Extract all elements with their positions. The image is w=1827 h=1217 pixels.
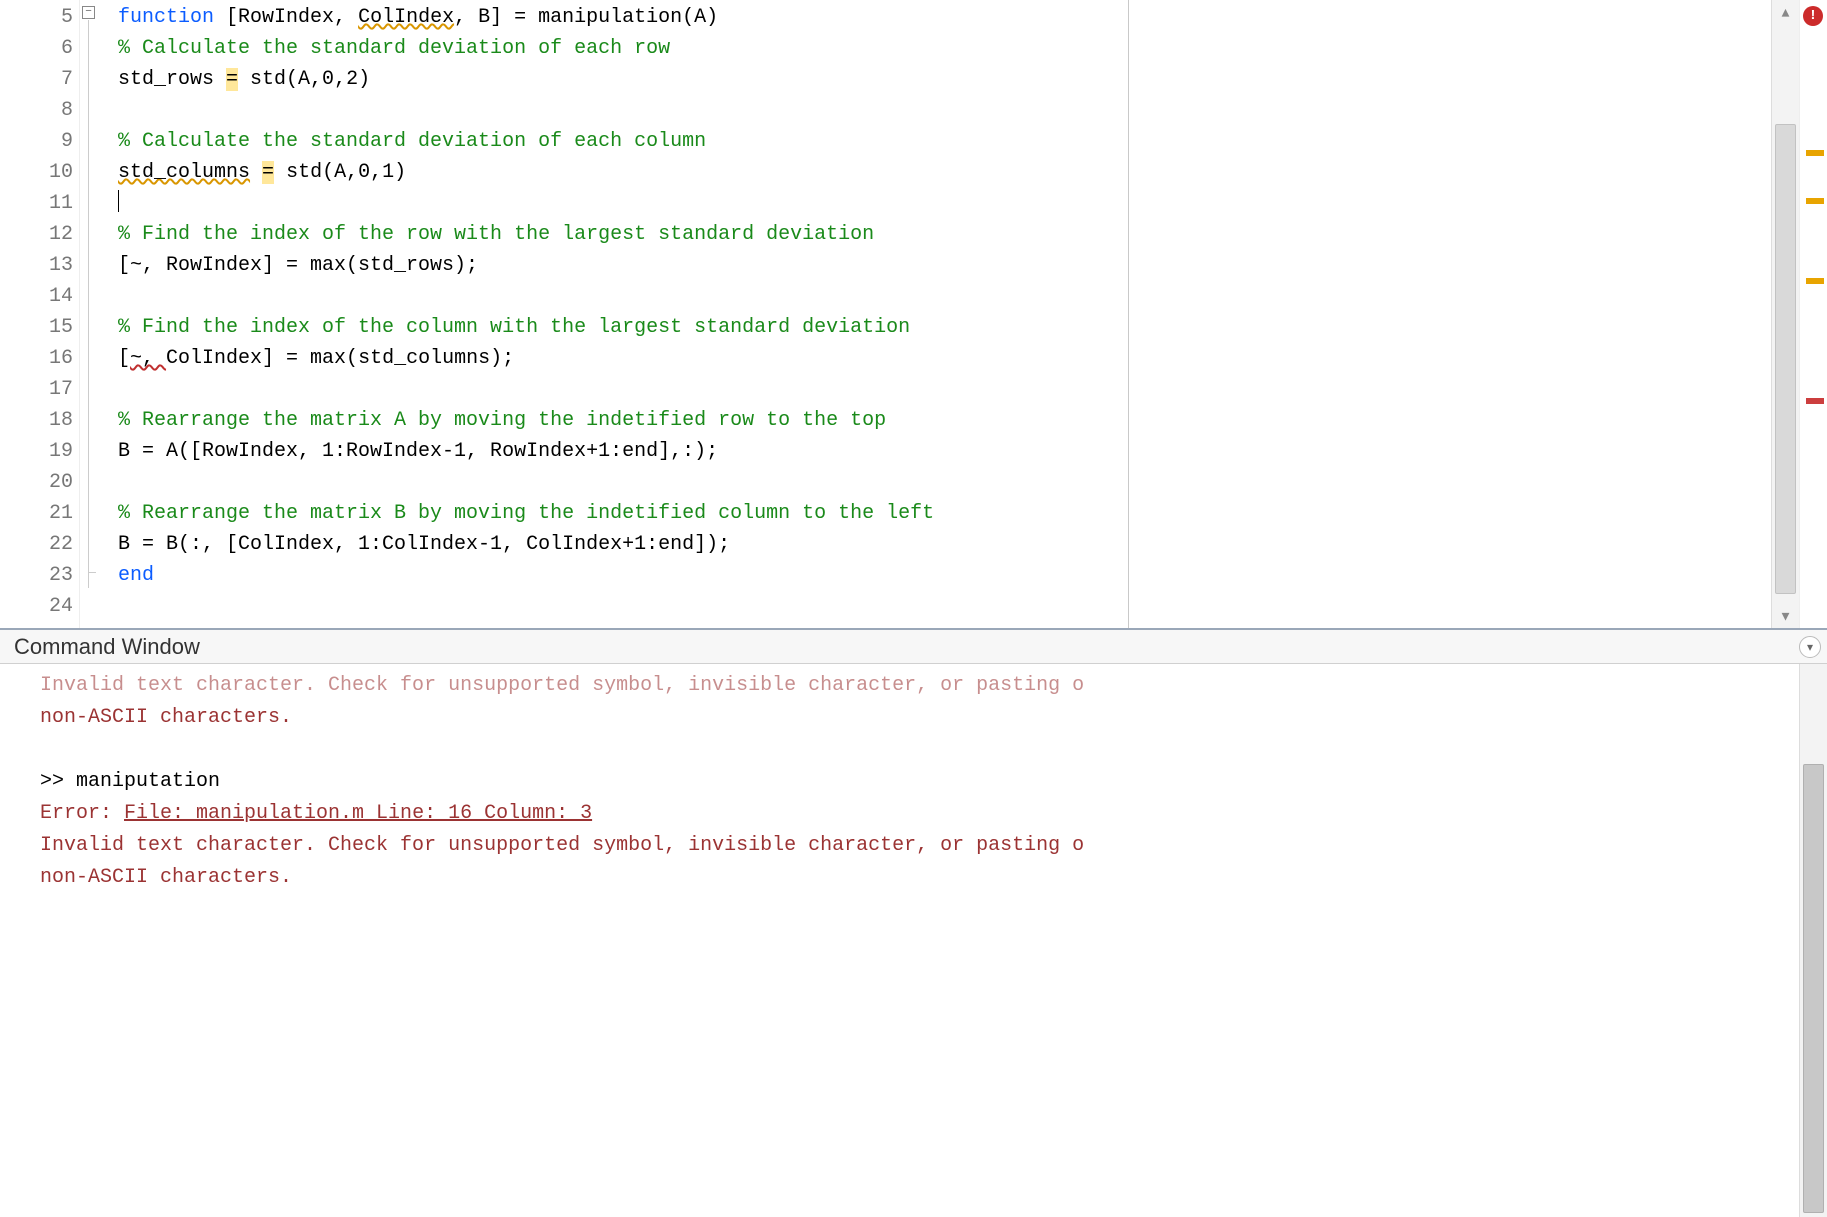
line-number: 5 (0, 2, 73, 33)
line-number: 15 (0, 312, 73, 343)
code-line[interactable]: std_columns = std(A,0,1) (118, 157, 1771, 188)
scroll-up-icon[interactable]: ▴ (1772, 0, 1799, 24)
line-number: 21 (0, 498, 73, 529)
line-number-gutter: 56789101112131415161718192021222324 (0, 0, 80, 628)
code-token: = (226, 68, 238, 91)
line-number: 24 (0, 591, 73, 622)
command-window-titlebar: Command Window ▾ (0, 630, 1827, 664)
error-marker[interactable] (1806, 398, 1824, 404)
editor-vertical-scrollbar[interactable]: ▴ ▾ (1771, 0, 1799, 628)
code-token: % Rearrange the matrix B by moving the i… (118, 502, 934, 525)
code-area[interactable]: function [RowIndex, ColIndex, B] = manip… (98, 0, 1771, 628)
code-token: ~, (130, 347, 166, 370)
code-token (250, 161, 262, 184)
code-line[interactable] (118, 188, 1771, 219)
code-token: [RowIndex, (226, 6, 358, 29)
code-token: B = A([RowIndex, 1:RowIndex-1, RowIndex+… (118, 440, 718, 463)
code-line[interactable]: B = A([RowIndex, 1:RowIndex-1, RowIndex+… (118, 436, 1771, 467)
line-number: 11 (0, 188, 73, 219)
fold-end-icon (88, 572, 96, 573)
line-number: 16 (0, 343, 73, 374)
command-window-scrollbar[interactable] (1799, 664, 1827, 1217)
code-line[interactable] (118, 281, 1771, 312)
line-number: 17 (0, 374, 73, 405)
code-token: = (262, 161, 274, 184)
code-fold-column: − (80, 0, 98, 628)
code-token: [~, RowIndex] = max(std_rows); (118, 254, 478, 277)
line-number: 9 (0, 126, 73, 157)
code-token: % Find the index of the column with the … (118, 316, 910, 339)
code-token: % Rearrange the matrix A by moving the i… (118, 409, 886, 432)
editor-scroll: 56789101112131415161718192021222324 − fu… (0, 0, 1771, 628)
line-number: 7 (0, 64, 73, 95)
line-number: 20 (0, 467, 73, 498)
code-line[interactable]: end (118, 560, 1771, 591)
fold-toggle-icon[interactable]: − (82, 6, 95, 19)
line-number: 8 (0, 95, 73, 126)
code-line[interactable] (118, 374, 1771, 405)
code-token: ColIndex] = max(std_columns); (166, 347, 514, 370)
line-number: 18 (0, 405, 73, 436)
warning-marker[interactable] (1806, 198, 1824, 204)
code-token: , B] = manipulation(A) (454, 6, 718, 29)
code-token: % Calculate the standard deviation of ea… (118, 37, 670, 60)
code-line[interactable]: function [RowIndex, ColIndex, B] = manip… (118, 2, 1771, 33)
scroll-thumb[interactable] (1775, 124, 1796, 594)
code-token: function (118, 6, 226, 29)
command-output-line: Invalid text character. Check for unsupp… (40, 670, 1781, 702)
command-output-line: >> maniputation (40, 766, 1781, 798)
line-number: 12 (0, 219, 73, 250)
command-output-line: Invalid text character. Check for unsupp… (40, 830, 1781, 862)
code-line[interactable] (118, 467, 1771, 498)
code-token: std_columns (118, 161, 250, 184)
line-number: 10 (0, 157, 73, 188)
code-line[interactable]: B = B(:, [ColIndex, 1:ColIndex-1, ColInd… (118, 529, 1771, 560)
code-token: % Find the index of the row with the lar… (118, 223, 874, 246)
code-token: B = B(:, [ColIndex, 1:ColIndex-1, ColInd… (118, 533, 730, 556)
code-token: std_rows (118, 68, 226, 91)
code-line[interactable]: % Find the index of the row with the lar… (118, 219, 1771, 250)
fold-guide (88, 20, 89, 588)
code-token: std(A,0,2) (238, 68, 370, 91)
line-number: 19 (0, 436, 73, 467)
message-marker-column: ! (1799, 0, 1827, 628)
line-number: 23 (0, 560, 73, 591)
warning-marker[interactable] (1806, 278, 1824, 284)
code-line[interactable] (118, 95, 1771, 126)
code-token: ColIndex (358, 6, 454, 29)
command-window-title: Command Window (14, 634, 200, 659)
error-location-link[interactable]: File: manipulation.m Line: 16 Column: 3 (124, 802, 592, 825)
panel-menu-icon[interactable]: ▾ (1799, 636, 1821, 658)
command-output-line: non-ASCII characters. (40, 862, 1781, 894)
code-token: % Calculate the standard deviation of ea… (118, 130, 706, 153)
line-number: 13 (0, 250, 73, 281)
code-line[interactable] (118, 591, 1771, 622)
error-indicator-icon[interactable]: ! (1803, 6, 1823, 26)
editor-margin-line (1128, 0, 1129, 628)
line-number: 22 (0, 529, 73, 560)
warning-marker[interactable] (1806, 150, 1824, 156)
editor-pane: 56789101112131415161718192021222324 − fu… (0, 0, 1827, 630)
code-token: std(A,0,1) (274, 161, 406, 184)
command-window-output[interactable]: Invalid text character. Check for unsupp… (0, 664, 1799, 1217)
scroll-thumb[interactable] (1803, 764, 1824, 1213)
code-line[interactable]: [~, ColIndex] = max(std_columns); (118, 343, 1771, 374)
code-line[interactable]: std_rows = std(A,0,2) (118, 64, 1771, 95)
code-line[interactable]: [~, RowIndex] = max(std_rows); (118, 250, 1771, 281)
text-caret (118, 190, 119, 212)
code-token: [ (118, 347, 130, 370)
code-token: end (118, 564, 154, 587)
code-line[interactable]: % Rearrange the matrix A by moving the i… (118, 405, 1771, 436)
code-line[interactable]: % Rearrange the matrix B by moving the i… (118, 498, 1771, 529)
code-line[interactable]: % Calculate the standard deviation of ea… (118, 126, 1771, 157)
line-number: 14 (0, 281, 73, 312)
command-output-line (40, 734, 1781, 766)
line-number: 6 (0, 33, 73, 64)
command-window-pane: Invalid text character. Check for unsupp… (0, 664, 1827, 1217)
command-output-line: Error: File: manipulation.m Line: 16 Col… (40, 798, 1781, 830)
command-output-line: non-ASCII characters. (40, 702, 1781, 734)
code-line[interactable]: % Calculate the standard deviation of ea… (118, 33, 1771, 64)
code-line[interactable]: % Find the index of the column with the … (118, 312, 1771, 343)
scroll-down-icon[interactable]: ▾ (1772, 604, 1799, 628)
